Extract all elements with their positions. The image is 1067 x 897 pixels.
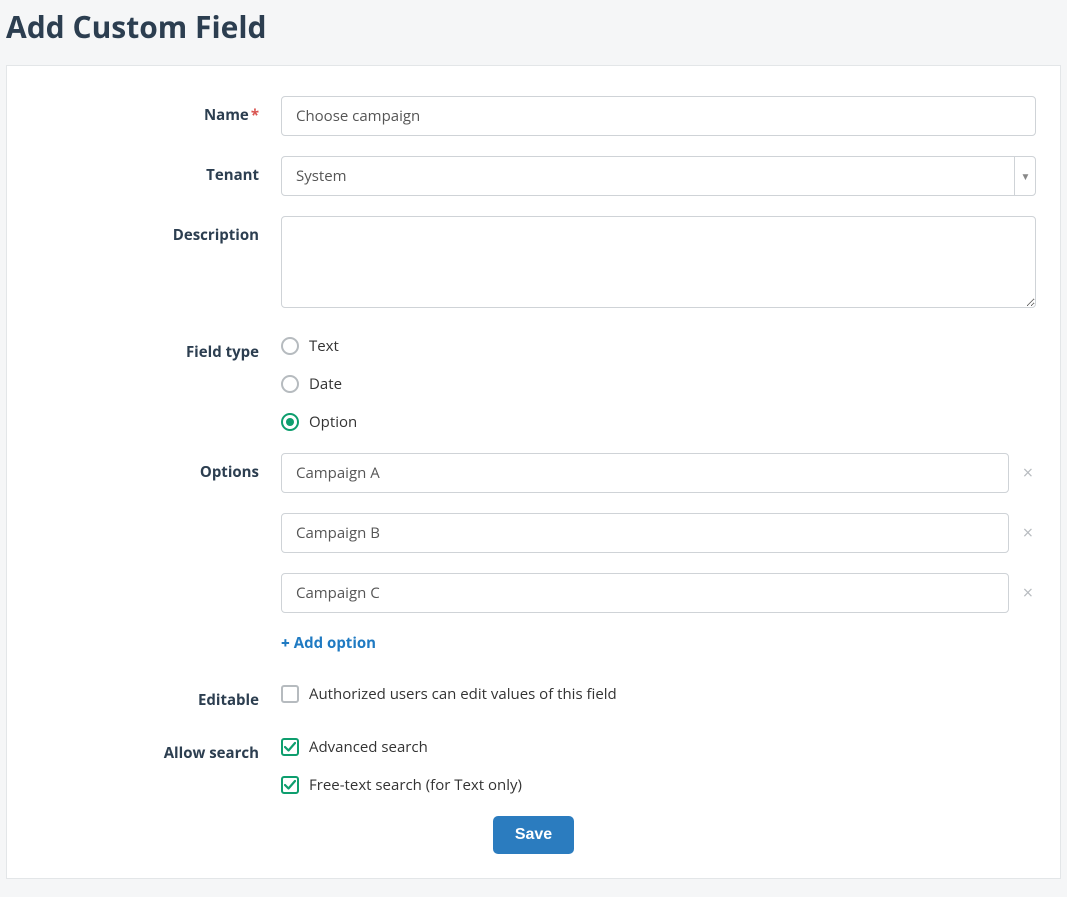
label-tenant: Tenant [31, 156, 281, 185]
radio-label: Text [309, 336, 339, 356]
checkbox-icon [281, 738, 299, 756]
name-input[interactable] [281, 96, 1036, 136]
label-field-type: Field type [31, 333, 281, 362]
radio-label: Date [309, 374, 342, 394]
label-description: Description [31, 216, 281, 245]
advanced-search-checkbox[interactable]: Advanced search [281, 736, 1036, 758]
plus-icon: + [281, 633, 290, 653]
radio-icon [281, 375, 299, 393]
add-option-link[interactable]: + Add option [281, 633, 376, 653]
option-input[interactable] [281, 573, 1009, 613]
tenant-select[interactable]: System [281, 156, 1036, 196]
save-button[interactable]: Save [493, 816, 574, 854]
page-title: Add Custom Field [6, 6, 1065, 47]
radio-option[interactable]: Option [281, 411, 1036, 433]
radio-icon [281, 337, 299, 355]
form-panel: Name* Tenant System ▼ Description [6, 65, 1061, 879]
radio-text[interactable]: Text [281, 335, 1036, 357]
close-icon[interactable]: × [1009, 464, 1033, 482]
radio-label: Option [309, 412, 357, 432]
label-options: Options [31, 453, 281, 482]
option-input[interactable] [281, 453, 1009, 493]
checkbox-label: Advanced search [309, 737, 428, 757]
label-editable: Editable [31, 681, 281, 710]
checkbox-label: Free-text search (for Text only) [309, 775, 522, 795]
checkbox-label: Authorized users can edit values of this… [309, 684, 617, 704]
label-name: Name* [31, 96, 281, 125]
checkbox-icon [281, 776, 299, 794]
option-input[interactable] [281, 513, 1009, 553]
radio-icon [281, 413, 299, 431]
description-textarea[interactable] [281, 216, 1036, 308]
freetext-search-checkbox[interactable]: Free-text search (for Text only) [281, 774, 1036, 796]
close-icon[interactable]: × [1009, 524, 1033, 542]
label-allow-search: Allow search [31, 734, 281, 763]
editable-checkbox[interactable]: Authorized users can edit values of this… [281, 683, 1036, 705]
add-option-label: Add option [294, 633, 376, 653]
required-asterisk: * [251, 105, 259, 125]
radio-date[interactable]: Date [281, 373, 1036, 395]
close-icon[interactable]: × [1009, 584, 1033, 602]
checkbox-icon [281, 685, 299, 703]
